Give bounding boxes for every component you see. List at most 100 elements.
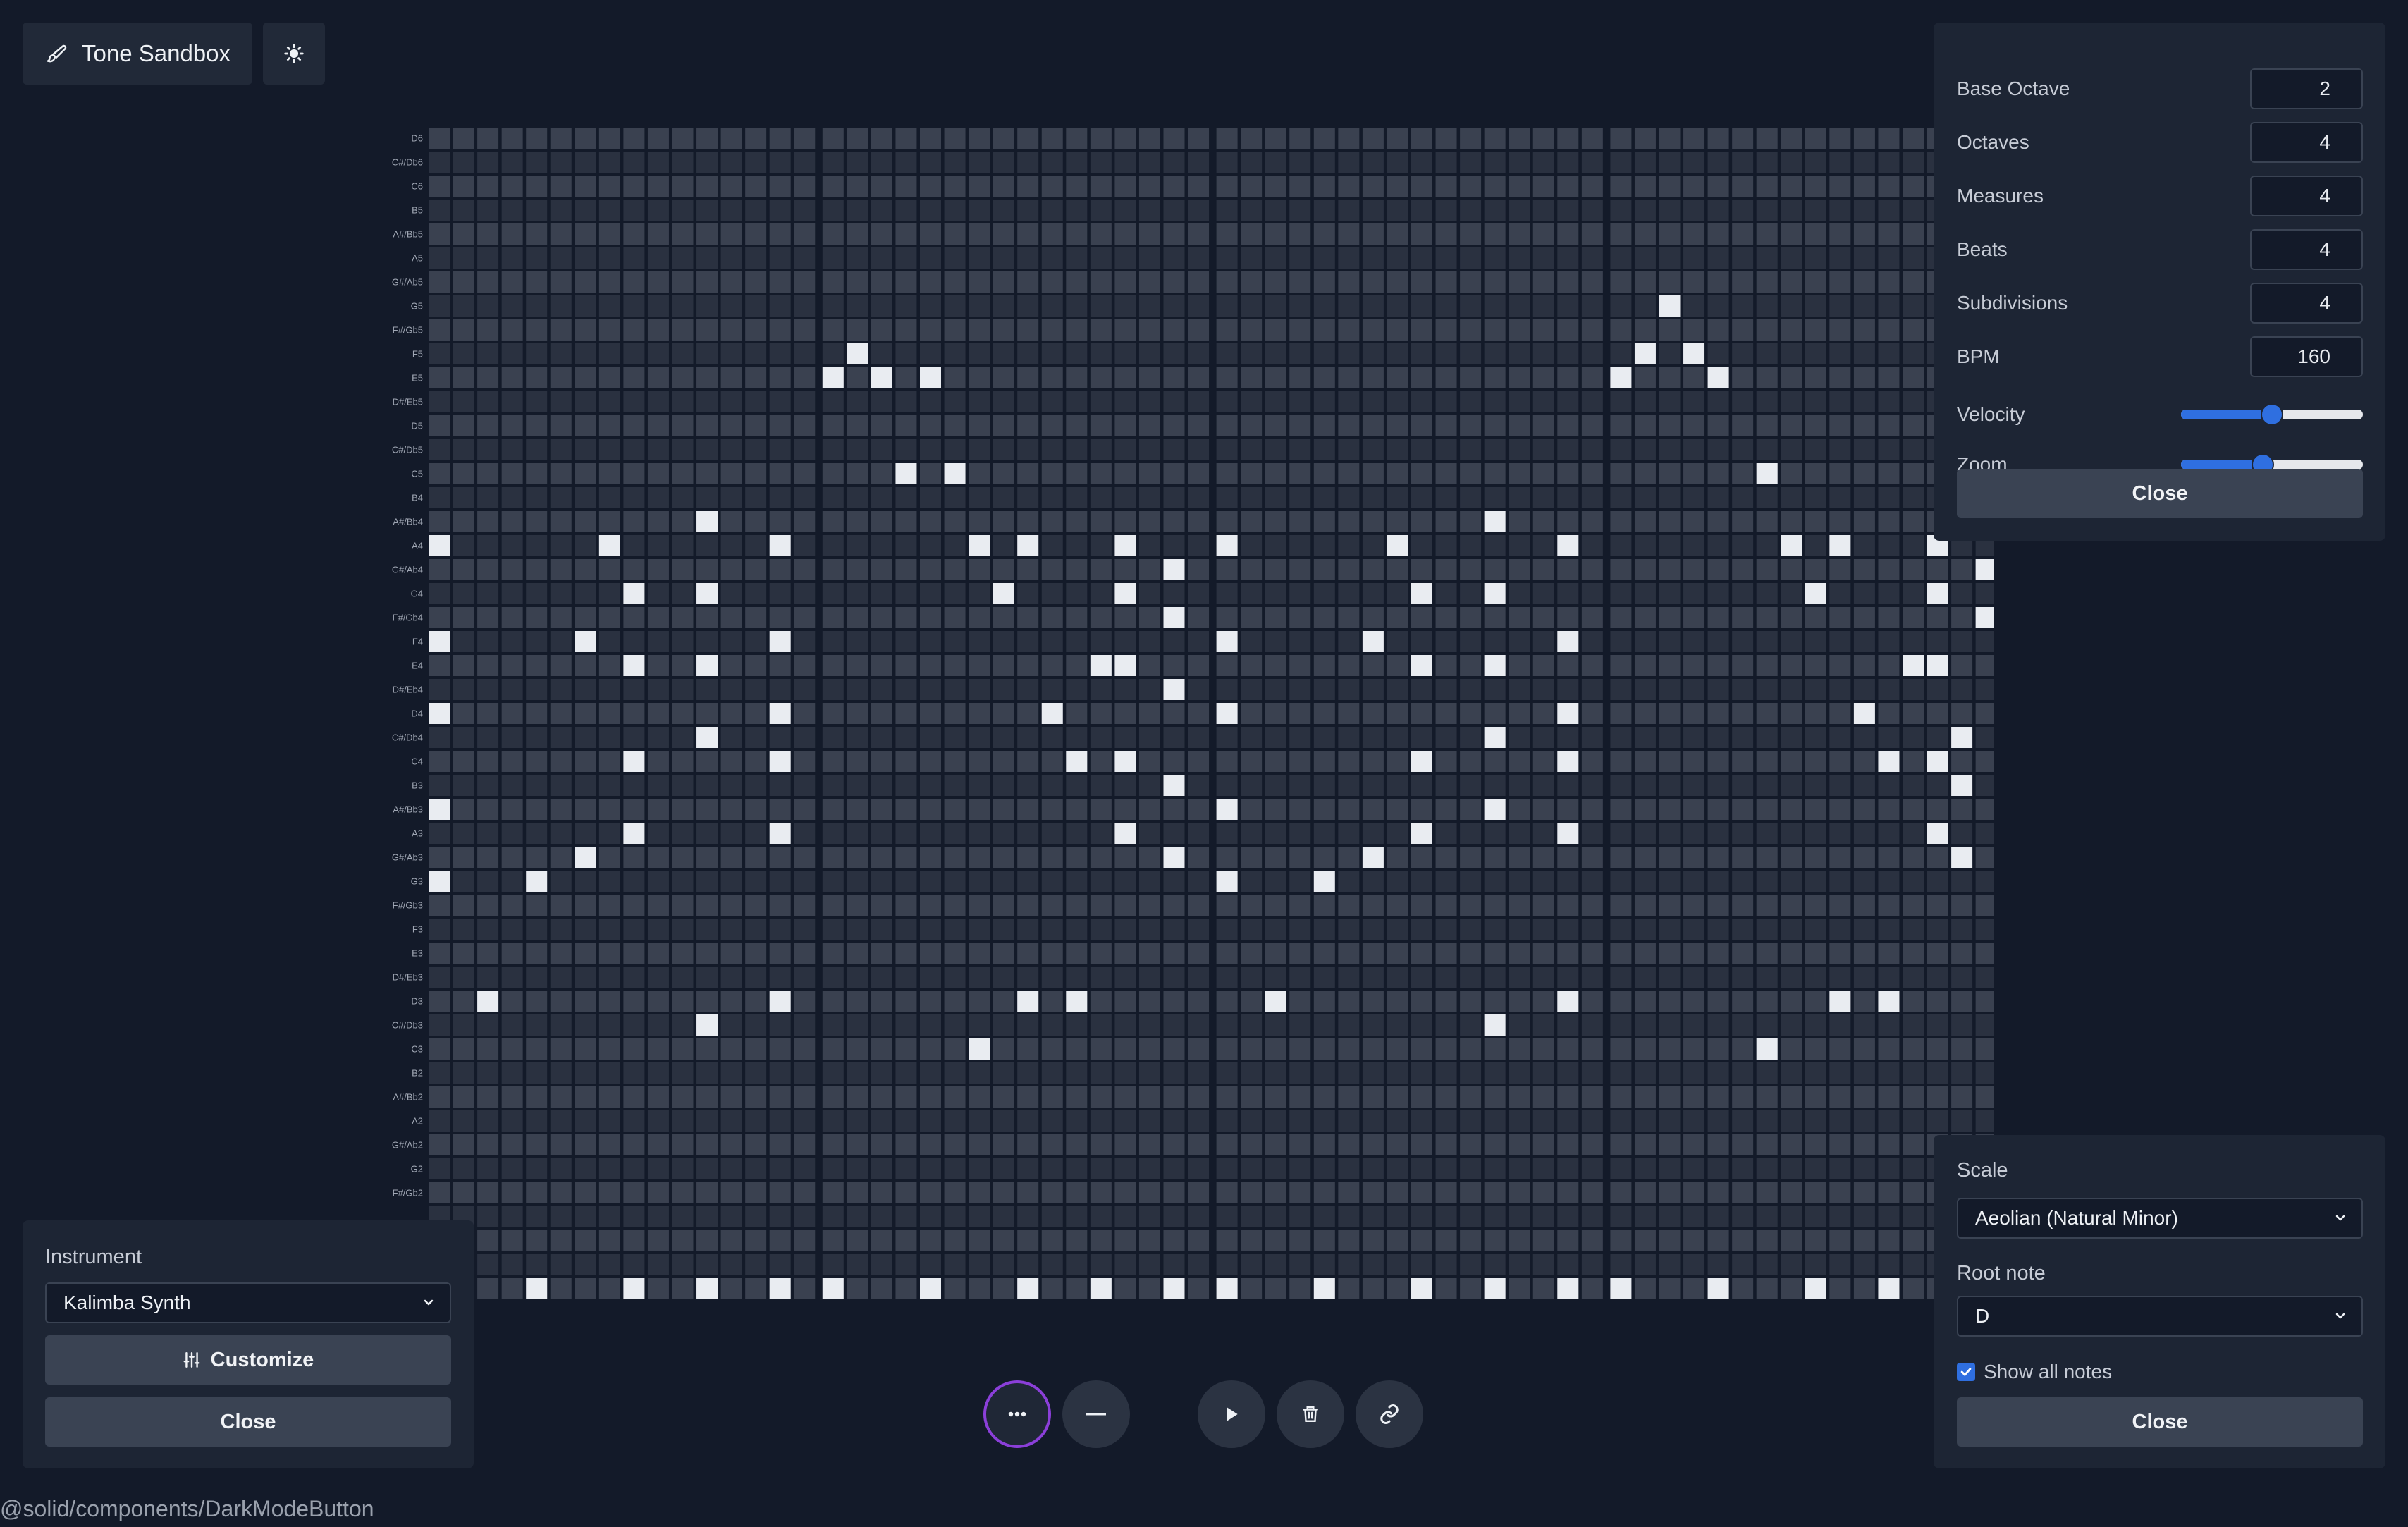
- grid-cell[interactable]: [720, 1086, 742, 1108]
- grid-cell[interactable]: [1241, 991, 1263, 1012]
- grid-cell[interactable]: [871, 176, 892, 197]
- grid-cell[interactable]: [1313, 703, 1335, 724]
- grid-cell[interactable]: [647, 751, 669, 772]
- grid-cell[interactable]: [623, 128, 645, 149]
- grid-cell[interactable]: [769, 223, 791, 245]
- grid-cell[interactable]: [1435, 679, 1457, 700]
- grid-cell[interactable]: [944, 823, 966, 844]
- grid-cell[interactable]: [1781, 487, 1802, 508]
- grid-cell[interactable]: [501, 535, 523, 556]
- grid-cell[interactable]: [1114, 727, 1136, 748]
- grid-cell[interactable]: [1581, 1134, 1603, 1155]
- grid-cell[interactable]: [453, 152, 474, 173]
- grid-cell[interactable]: [1338, 511, 1360, 532]
- grid-cell[interactable]: [1411, 511, 1432, 532]
- grid-cell[interactable]: [1732, 200, 1754, 221]
- grid-cell[interactable]: [429, 319, 450, 341]
- grid-cell[interactable]: [1903, 823, 1924, 844]
- grid-cell[interactable]: [769, 655, 791, 676]
- grid-cell[interactable]: [1114, 895, 1136, 916]
- grid-cell[interactable]: [1411, 607, 1432, 628]
- grid-cell[interactable]: [1903, 271, 1924, 293]
- grid-cell[interactable]: [1265, 1254, 1286, 1275]
- grid-cell[interactable]: [647, 559, 669, 580]
- grid-cell[interactable]: [598, 1206, 620, 1227]
- grid-cell[interactable]: [1805, 439, 1826, 460]
- grid-cell[interactable]: [1138, 1038, 1160, 1060]
- grid-cell[interactable]: [1634, 727, 1656, 748]
- grid-cell[interactable]: [647, 703, 669, 724]
- grid-cell[interactable]: [1163, 463, 1185, 484]
- grid-cell[interactable]: [1338, 799, 1360, 820]
- grid-cell[interactable]: [1927, 631, 1948, 652]
- grid-cell[interactable]: [1781, 799, 1802, 820]
- grid-cell[interactable]: [1557, 895, 1579, 916]
- grid-cell[interactable]: [1532, 799, 1554, 820]
- grid-cell[interactable]: [453, 367, 474, 388]
- grid-cell[interactable]: [1853, 1206, 1875, 1227]
- grid-cell[interactable]: [993, 463, 1014, 484]
- grid-cell[interactable]: [575, 487, 596, 508]
- grid-cell[interactable]: [1683, 319, 1705, 341]
- grid-cell[interactable]: [1387, 679, 1408, 700]
- grid-cell[interactable]: [1313, 775, 1335, 796]
- grid-cell[interactable]: [1878, 319, 1900, 341]
- grid-cell[interactable]: [1781, 847, 1802, 868]
- grid-cell[interactable]: [1241, 967, 1263, 988]
- grid-cell[interactable]: [1265, 271, 1286, 293]
- grid-cell[interactable]: [920, 319, 941, 341]
- grid-cell[interactable]: [1114, 1230, 1136, 1251]
- grid-cell[interactable]: [1532, 847, 1554, 868]
- grid-cell[interactable]: [550, 919, 572, 940]
- grid-cell[interactable]: [794, 583, 816, 604]
- grid-cell[interactable]: [1435, 1254, 1457, 1275]
- grid-cell[interactable]: [720, 1110, 742, 1132]
- grid-cell[interactable]: [1610, 1014, 1632, 1036]
- grid-cell[interactable]: [1484, 919, 1506, 940]
- grid-cell[interactable]: [745, 967, 767, 988]
- grid-cell[interactable]: [993, 415, 1014, 436]
- scale-close-button[interactable]: Close: [1957, 1397, 2363, 1447]
- grid-cell[interactable]: [794, 607, 816, 628]
- grid-cell[interactable]: [1362, 943, 1384, 964]
- grid-cell[interactable]: [1289, 895, 1311, 916]
- grid-cell[interactable]: [501, 223, 523, 245]
- grid-cell[interactable]: [1683, 727, 1705, 748]
- grid-cell[interactable]: [1435, 487, 1457, 508]
- grid-cell[interactable]: [745, 535, 767, 556]
- grid-cell[interactable]: [1066, 1110, 1088, 1132]
- grid-cell[interactable]: [1659, 439, 1681, 460]
- grid-cell[interactable]: [822, 1254, 844, 1275]
- grid-cell[interactable]: [822, 391, 844, 412]
- grid-cell[interactable]: [1951, 991, 1973, 1012]
- grid-cell[interactable]: [1163, 176, 1185, 197]
- grid-cell[interactable]: [1781, 295, 1802, 317]
- grid-cell[interactable]: [720, 1062, 742, 1084]
- grid-cell[interactable]: [1634, 176, 1656, 197]
- grid-cell[interactable]: [1683, 775, 1705, 796]
- grid-cell[interactable]: [550, 847, 572, 868]
- grid-cell[interactable]: [1265, 1086, 1286, 1108]
- grid-cell[interactable]: [1951, 919, 1973, 940]
- grid-cell[interactable]: [1659, 631, 1681, 652]
- grid-cell[interactable]: [1634, 1086, 1656, 1108]
- grid-cell[interactable]: [1163, 1014, 1185, 1036]
- grid-cell[interactable]: [1509, 439, 1530, 460]
- grid-cell[interactable]: [598, 343, 620, 364]
- grid-cell[interactable]: [598, 871, 620, 892]
- grid-cell[interactable]: [769, 128, 791, 149]
- grid-cell[interactable]: [1903, 1134, 1924, 1155]
- grid-cell[interactable]: [1581, 343, 1603, 364]
- grid-cell[interactable]: [1138, 679, 1160, 700]
- grid-cell[interactable]: [969, 1182, 990, 1203]
- grid-cell[interactable]: [1188, 223, 1210, 245]
- grid-cell[interactable]: [1188, 631, 1210, 652]
- grid-cell[interactable]: [1829, 176, 1851, 197]
- grid-cell[interactable]: [1338, 751, 1360, 772]
- grid-cell[interactable]: [1829, 679, 1851, 700]
- grid-cell[interactable]: [769, 463, 791, 484]
- grid-cell[interactable]: [944, 631, 966, 652]
- grid-cell[interactable]: [794, 319, 816, 341]
- grid-cell[interactable]: [1532, 607, 1554, 628]
- grid-cell[interactable]: [1460, 583, 1482, 604]
